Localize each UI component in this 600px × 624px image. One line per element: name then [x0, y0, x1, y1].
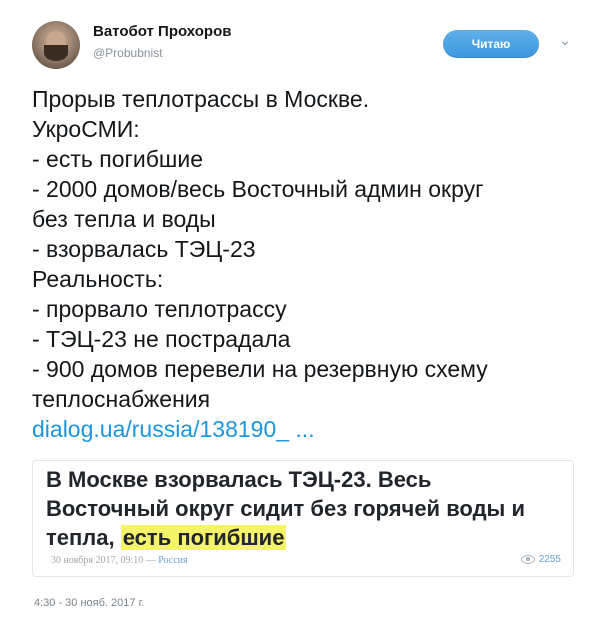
card-title-highlight: есть погибшие — [120, 525, 287, 550]
tweet-line: Прорыв теплотрассы в Москве. — [32, 86, 370, 112]
tweet-view: Ватобот Прохоров @Probubnist Читаю ⌄ Про… — [0, 0, 600, 624]
tweet-line: - ТЭЦ-23 не пострадала — [32, 326, 291, 352]
card-date: 30 ноября 2017, 09:10 — — [51, 555, 159, 566]
link-preview-card[interactable]: В Москве взорвалась ТЭЦ-23. Весь Восточн… — [32, 460, 574, 577]
card-title-text: тепла, — [46, 525, 121, 550]
card-title-line: В Москве взорвалась ТЭЦ-23. Весь — [46, 467, 432, 492]
tweet-line: - взорвалась ТЭЦ-23 — [32, 236, 256, 262]
card-views: 2255 — [520, 554, 561, 565]
tweet-line: - есть погибшие — [32, 146, 203, 172]
views-count: 2255 — [538, 554, 561, 565]
card-title-line: Восточный округ сидит без горячей воды и — [46, 496, 525, 521]
tweet-line: - прорвало теплотрассу — [32, 296, 287, 322]
chevron-down-icon[interactable]: ⌄ — [558, 33, 572, 47]
user-handle[interactable]: @Probubnist — [93, 46, 163, 60]
tweet-link[interactable]: dialog.ua/russia/138190_ ... — [32, 414, 577, 444]
card-title: В Москве взорвалась ТЭЦ-23. Весь Восточн… — [46, 465, 566, 552]
follow-button[interactable]: Читаю — [443, 30, 539, 58]
tweet-timestamp[interactable]: 4:30 - 30 нояб. 2017 г. — [34, 597, 144, 609]
avatar[interactable] — [32, 21, 80, 69]
display-name[interactable]: Ватобот Прохоров — [93, 23, 231, 40]
eye-icon — [520, 555, 535, 564]
tweet-line: - 2000 домов/весь Восточный админ округ — [32, 176, 484, 202]
tweet-line: Реальность: — [32, 266, 164, 292]
tweet-line: УкроСМИ: — [32, 116, 140, 142]
tweet-line: теплоснабжения — [32, 386, 211, 412]
avatar-beard — [44, 45, 68, 61]
tweet-line: - 900 домов перевели на резервную схему — [32, 356, 488, 382]
card-meta: 30 ноября 2017, 09:10 — Россия — [51, 555, 188, 566]
tweet-text: Прорыв теплотрассы в Москве. УкроСМИ: - … — [32, 84, 577, 444]
tweet-line: без тепла и воды — [32, 206, 216, 232]
card-title-line: тепла, есть погибшие — [46, 523, 566, 552]
card-rubric: Россия — [158, 555, 188, 566]
